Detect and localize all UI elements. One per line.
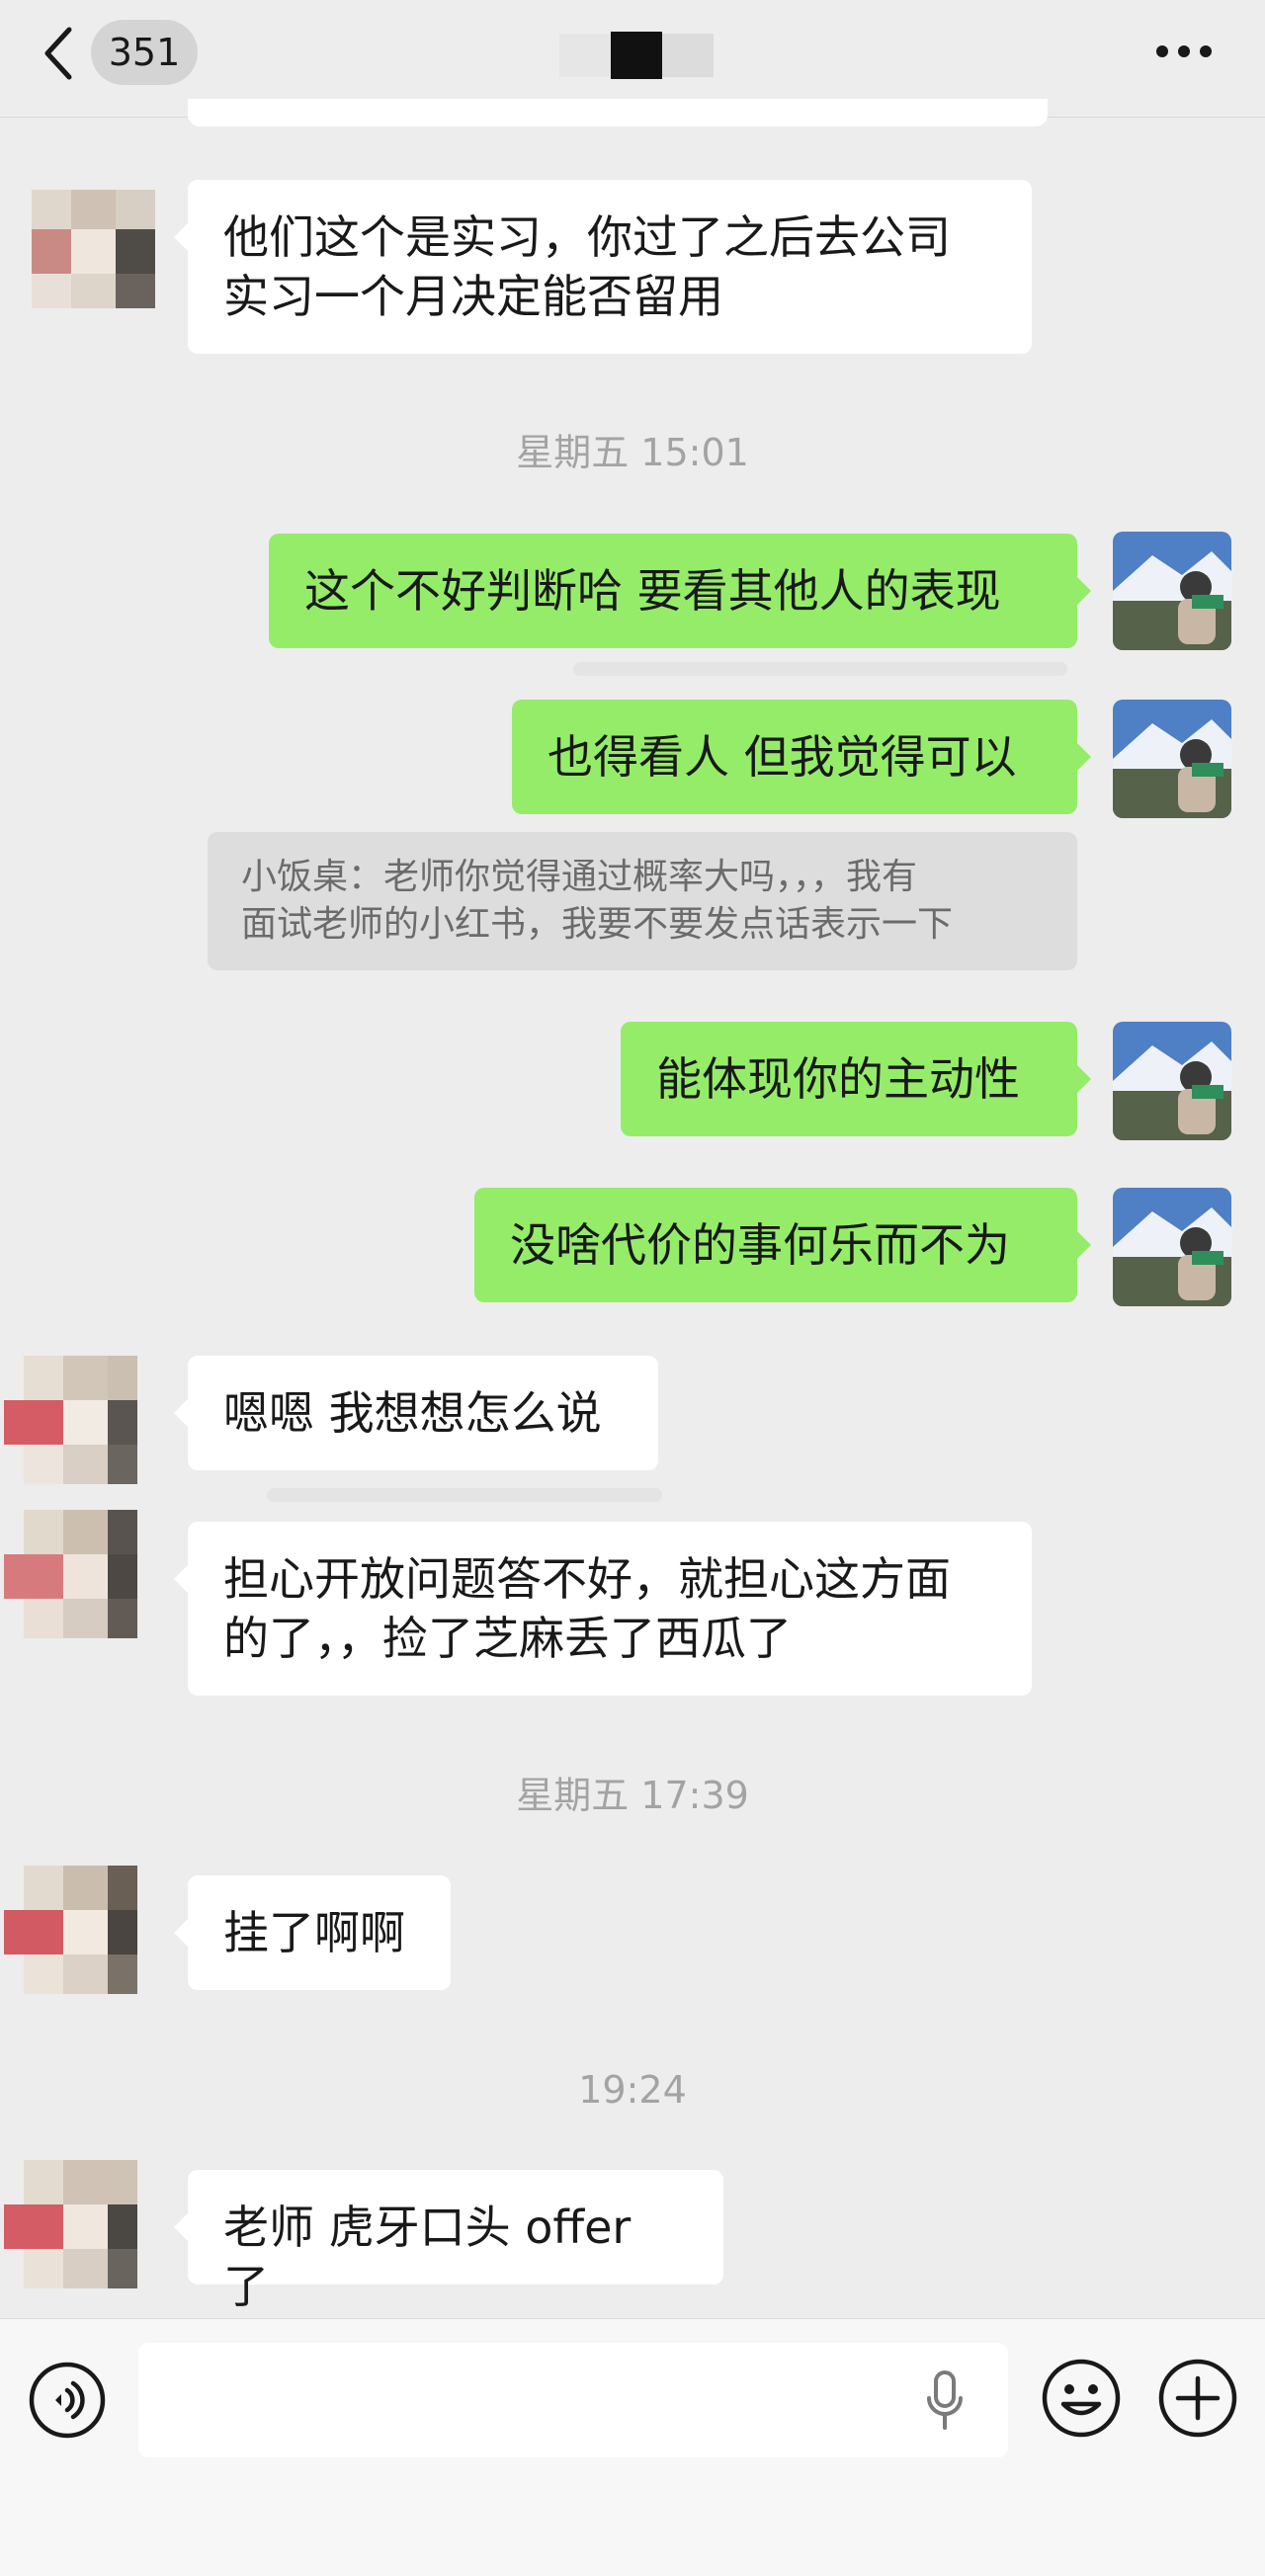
- back-button[interactable]: [40, 24, 79, 83]
- faint-strip: [573, 662, 1067, 676]
- dictation-button[interactable]: [925, 2370, 965, 2434]
- message-input-bar: [0, 2318, 1265, 2576]
- pixelated-avatar[interactable]: [4, 2160, 142, 2298]
- voice-icon: [29, 2362, 106, 2439]
- more-dots-icon: [1156, 45, 1212, 57]
- pixelated-avatar[interactable]: [22, 180, 160, 318]
- emoji-icon: [1042, 2359, 1121, 2438]
- user-avatar[interactable]: [1113, 700, 1231, 818]
- mic-icon: [927, 2370, 963, 2430]
- user-avatar[interactable]: [1113, 1022, 1231, 1140]
- message-bubble[interactable]: 老师 虎牙口头 offer 了: [174, 2170, 723, 2313]
- message-bubble[interactable]: 能体现你的主动性: [621, 1022, 1091, 1136]
- faint-strip: [267, 1488, 662, 1502]
- pixelated-avatar[interactable]: [4, 1356, 142, 1494]
- timestamp: 19:24: [578, 2068, 687, 2112]
- message-bubble[interactable]: 嗯嗯 我想想怎么说: [174, 1356, 658, 1470]
- quoted-message[interactable]: 小饭桌：老师你觉得通过概率大吗，，，我有 面试老师的小红书，我要不要发点话表示一…: [208, 832, 1077, 970]
- emoji-button[interactable]: [1040, 2357, 1123, 2440]
- user-avatar[interactable]: [1113, 532, 1231, 650]
- timestamp: 星期五 17:39: [516, 1774, 749, 1817]
- voice-toggle-button[interactable]: [28, 2361, 107, 2440]
- message-text-input[interactable]: [138, 2343, 1008, 2457]
- unread-count-badge[interactable]: 351: [91, 20, 198, 85]
- message-bubble[interactable]: 这个不好判断哈 要看其他人的表现: [269, 534, 1091, 648]
- message-bubble[interactable]: 挂了啊啊: [174, 1875, 451, 1990]
- censored-chat-title: [559, 28, 714, 83]
- chevron-left-icon: [44, 27, 72, 80]
- more-features-button[interactable]: [1156, 2357, 1239, 2440]
- timestamp: 星期五 15:01: [516, 431, 749, 474]
- message-bubble[interactable]: 也得看人 但我觉得可以: [512, 700, 1091, 814]
- pixelated-avatar[interactable]: [4, 1866, 142, 2004]
- message-bubble[interactable]: 没啥代价的事何乐而不为: [474, 1188, 1091, 1302]
- pixelated-avatar[interactable]: [4, 1510, 142, 1648]
- message-bubble[interactable]: 他们这个是实习，你过了之后去公司 实习一个月决定能否留用: [174, 180, 1032, 354]
- partial-message-bubble: [188, 99, 1048, 126]
- more-options-button[interactable]: [1154, 40, 1214, 63]
- user-avatar[interactable]: [1113, 1188, 1231, 1306]
- plus-icon: [1158, 2359, 1237, 2438]
- message-bubble[interactable]: 担心开放问题答不好，就担心这方面 的了，，捡了芝麻丢了西瓜了: [174, 1522, 1032, 1696]
